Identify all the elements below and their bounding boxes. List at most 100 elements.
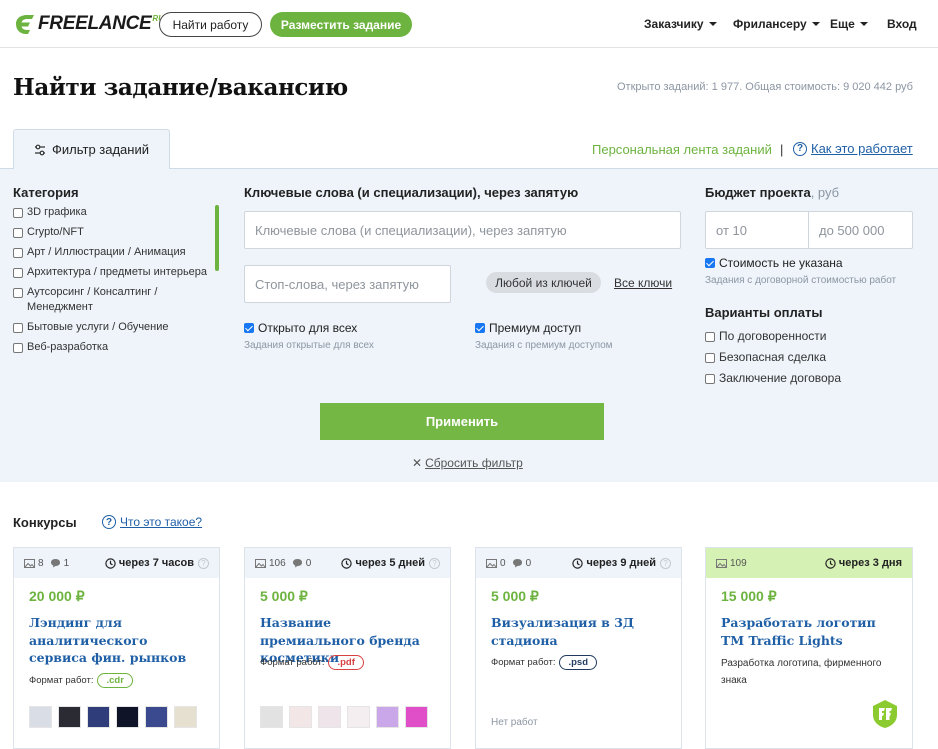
checkbox-icon[interactable] — [705, 374, 715, 384]
work-thumbnail[interactable] — [145, 706, 168, 728]
reset-filter-link[interactable]: ✕ Сбросить фильтр — [412, 456, 523, 470]
payment-checkbox[interactable]: Заключение договора — [705, 371, 905, 386]
contest-card[interactable]: 106 0 через 5 дней? 5 000 ₽ Название пре… — [244, 547, 451, 749]
contest-card[interactable]: 0 0 через 9 дней? 5 000 ₽ Визуализация в… — [475, 547, 682, 749]
premium-checkbox[interactable]: Премиум доступ — [475, 321, 581, 335]
category-checkbox[interactable]: Аутсорсинг / Консалтинг / Менеджмент — [13, 285, 208, 315]
category-scrollbar[interactable] — [215, 205, 219, 271]
personal-feed-link[interactable]: Персональная лента заданий — [592, 142, 772, 157]
help-icon[interactable]: ? — [429, 557, 440, 569]
format-label: Формат работ: — [491, 657, 556, 668]
site-logo[interactable]: FREELANCE RU — [13, 13, 164, 35]
contest-card-meta: 106 0 через 5 дней? — [245, 548, 450, 578]
category-checkbox[interactable]: Бытовые услуги / Обучение — [13, 320, 208, 335]
contest-title-link[interactable]: Визуализация в 3Д стадиона — [491, 614, 671, 649]
contests-what-link[interactable]: ? Что это такое? — [102, 515, 202, 529]
contest-deadline-value: через 5 дней — [355, 557, 425, 569]
help-icon[interactable]: ? — [198, 557, 209, 569]
work-thumbnail[interactable] — [347, 706, 370, 728]
contest-deadline: через 7 часов? — [105, 557, 209, 569]
checkbox-icon[interactable] — [705, 353, 715, 363]
no-price-checkbox[interactable]: Стоимость не указана — [705, 256, 843, 270]
all-keys-toggle[interactable]: Все ключи — [614, 276, 672, 290]
category-checkbox[interactable]: Арт / Иллюстрации / Анимация — [13, 245, 208, 260]
image-icon — [255, 558, 266, 568]
checkbox-icon[interactable] — [13, 323, 23, 333]
work-thumbnail[interactable] — [260, 706, 283, 728]
post-task-button[interactable]: Разместить задание — [270, 12, 412, 37]
clock-icon — [105, 557, 116, 569]
tab-task-filter[interactable]: Фильтр заданий — [13, 129, 170, 169]
work-thumbnail[interactable] — [29, 706, 52, 728]
apply-filter-button[interactable]: Применить — [320, 403, 604, 440]
contest-title-link[interactable]: Разработать логотип ТМ Traffic Lights — [721, 614, 901, 649]
category-checkbox[interactable]: Веб-разработка — [13, 340, 208, 355]
work-thumbnail[interactable] — [87, 706, 110, 728]
nav-customer[interactable]: Заказчику — [644, 17, 717, 31]
work-thumbnail[interactable] — [376, 706, 399, 728]
help-icon[interactable]: ? — [660, 557, 671, 569]
category-list[interactable]: 3D графика Crypto/NFT Арт / Иллюстрации … — [13, 205, 208, 381]
question-icon: ? — [102, 515, 116, 529]
work-thumbnail[interactable] — [289, 706, 312, 728]
no-works-label: Нет работ — [491, 717, 538, 728]
logo-text: FREELANCE — [38, 13, 152, 34]
payment-checkbox[interactable]: Безопасная сделка — [705, 350, 905, 365]
open-for-all-hint: Задания открытые для всех — [244, 340, 374, 351]
work-thumbnail[interactable] — [405, 706, 428, 728]
clock-icon — [341, 557, 353, 569]
checkbox-checked-icon[interactable] — [244, 323, 254, 333]
comment-icon — [292, 559, 302, 568]
nav-more[interactable]: Еще — [830, 17, 868, 31]
checkbox-checked-icon[interactable] — [705, 258, 715, 268]
checkbox-icon[interactable] — [13, 208, 23, 218]
checkbox-icon[interactable] — [705, 332, 715, 342]
comments-count-value: 0 — [525, 557, 532, 569]
payment-checkbox[interactable]: По договоренности — [705, 329, 905, 344]
image-icon — [716, 558, 727, 568]
nav-customer-label: Заказчику — [644, 17, 704, 31]
contest-title-link[interactable]: Лэндинг для аналитического сервиса фин. … — [29, 614, 209, 667]
work-thumbnail[interactable] — [318, 706, 341, 728]
checkbox-icon[interactable] — [13, 268, 23, 278]
nav-freelancer[interactable]: Фрилансеру — [733, 17, 820, 31]
checkbox-icon[interactable] — [13, 288, 23, 298]
format-label: Формат работ: — [260, 657, 325, 668]
comments-count-value: 0 — [305, 557, 312, 569]
comment-icon — [512, 559, 522, 568]
contest-card[interactable]: 8 1 через 7 часов? 20 000 ₽ Лэндинг для … — [13, 547, 220, 749]
no-price-label: Стоимость не указана — [719, 256, 843, 270]
contest-card-meta: 8 1 через 7 часов? — [14, 548, 219, 578]
category-label-text: 3D графика — [27, 206, 87, 218]
how-it-works-label: Как это работает — [811, 141, 913, 156]
work-thumbnail[interactable] — [174, 706, 197, 728]
find-work-button[interactable]: Найти работу — [159, 12, 262, 37]
image-icon — [486, 558, 497, 568]
category-label-text: Crypto/NFT — [27, 226, 84, 238]
any-key-toggle[interactable]: Любой из ключей — [486, 272, 601, 293]
checkbox-icon[interactable] — [13, 248, 23, 258]
images-count: 0 — [486, 558, 506, 569]
budget-to-input[interactable]: до 500 000 — [808, 211, 913, 249]
open-for-all-checkbox[interactable]: Открыто для всех — [244, 321, 357, 335]
contest-deadline-value: через 3 дня — [838, 557, 902, 569]
checkbox-icon[interactable] — [13, 343, 23, 353]
contest-card[interactable]: 109 через 3 дня 15 000 ₽ Разработать лог… — [705, 547, 913, 749]
category-checkbox[interactable]: Crypto/NFT — [13, 225, 208, 240]
contest-card-meta: 0 0 через 9 дней? — [476, 548, 681, 578]
how-it-works-link[interactable]: ? Как это работает — [793, 141, 913, 156]
category-checkbox[interactable]: Архитектура / предметы интерьера — [13, 265, 208, 280]
checkbox-icon[interactable] — [13, 228, 23, 238]
checkbox-checked-icon[interactable] — [475, 323, 485, 333]
work-thumbnail[interactable] — [116, 706, 139, 728]
login-link[interactable]: Вход — [887, 17, 917, 31]
category-checkbox[interactable]: 3D графика — [13, 205, 208, 220]
format-tag: .pdf — [328, 655, 364, 670]
stopwords-input[interactable]: Стоп-слова, через запятую — [244, 265, 451, 303]
contests-title: Конкурсы — [13, 515, 77, 530]
contest-price: 5 000 ₽ — [260, 588, 308, 604]
keywords-input[interactable]: Ключевые слова (и специализации), через … — [244, 211, 681, 249]
budget-from-input[interactable]: от 10 — [705, 211, 809, 249]
contest-format: Формат работ: .psd — [491, 655, 597, 670]
work-thumbnail[interactable] — [58, 706, 81, 728]
